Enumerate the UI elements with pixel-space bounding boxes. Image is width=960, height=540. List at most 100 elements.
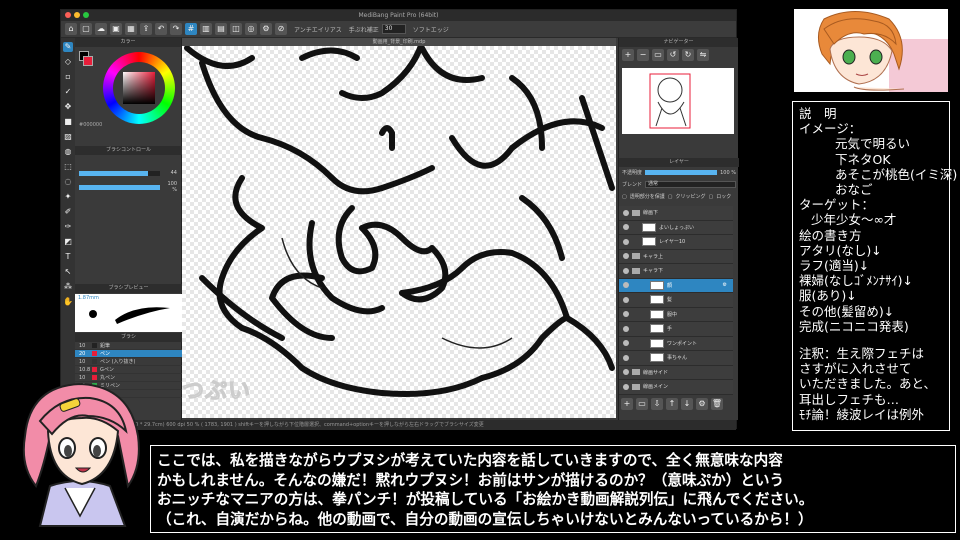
watermark-text: つぷい — [182, 379, 252, 405]
ruler-icon[interactable]: ▤ — [215, 23, 227, 35]
layer-row[interactable]: キャラ下 — [619, 264, 733, 279]
background-color-swatch[interactable] — [83, 56, 93, 66]
brush-opacity-slider[interactable]: 100 % — [79, 181, 177, 193]
divide-tool-icon[interactable]: ◩ — [63, 237, 73, 247]
bucket-tool-icon[interactable]: ◍ — [63, 147, 73, 157]
cloud-icon[interactable]: ☁ — [95, 23, 107, 35]
zoom-out-icon[interactable]: − — [637, 49, 649, 61]
eye-icon[interactable] — [623, 209, 629, 216]
add-folder-icon[interactable]: ▭ — [636, 398, 648, 410]
hand-tool-icon[interactable]: ✋ — [63, 297, 73, 307]
protect-checkbox[interactable]: ▢ — [622, 194, 627, 200]
antialias-label[interactable]: アンチエイリアス — [294, 25, 342, 34]
image-icon[interactable]: ▦ — [125, 23, 137, 35]
brush-tool-icon[interactable]: ✎ — [63, 42, 73, 52]
eraser-tool-icon[interactable]: ◇ — [63, 57, 73, 67]
new-file-icon[interactable]: ▢ — [80, 23, 92, 35]
select-eraser-icon[interactable]: ✑ — [63, 222, 73, 232]
concentric-icon[interactable]: ◎ — [245, 23, 257, 35]
lock-checkbox[interactable]: ▢ — [709, 194, 714, 200]
layer-row[interactable]: キャラ上 — [619, 249, 733, 264]
brush-size-slider[interactable]: 44 — [79, 170, 177, 176]
eye-icon[interactable] — [623, 267, 629, 274]
layer-row[interactable]: 線画下 — [619, 206, 733, 221]
eyedropper-tool-icon[interactable]: ⁂ — [63, 282, 73, 292]
snap-icon[interactable]: ▥ — [200, 23, 212, 35]
layer-opacity-slider[interactable] — [645, 170, 718, 175]
canvas-tab[interactable]: 動画用_背景_印刷.mdp — [182, 38, 616, 46]
move-tool-icon[interactable]: ✥ — [63, 102, 73, 112]
layer-row[interactable]: よいしょっぷい — [619, 220, 733, 235]
magic-wand-icon[interactable]: ✦ — [63, 192, 73, 202]
drawing-canvas[interactable]: つぷい — [182, 38, 616, 418]
rotate-left-icon[interactable]: ↺ — [667, 49, 679, 61]
reset-icon[interactable]: ⊘ — [275, 23, 287, 35]
brush-item[interactable]: 10.8 Gペン — [75, 366, 182, 374]
clipping-checkbox[interactable]: ▢ — [668, 194, 673, 200]
layer-down-icon[interactable]: ↓ — [681, 398, 693, 410]
brush-item[interactable]: 20 ペン — [75, 350, 182, 358]
eye-icon[interactable] — [623, 282, 629, 289]
layer-row[interactable]: 顔 ⚙ — [619, 278, 733, 293]
flip-icon[interactable]: ⇋ — [697, 49, 709, 61]
gradient-tool-icon[interactable]: ▨ — [63, 132, 73, 142]
add-layer-icon[interactable]: + — [621, 398, 633, 410]
operation-tool-icon[interactable]: ↖ — [63, 267, 73, 277]
undo-icon[interactable]: ↶ — [155, 23, 167, 35]
minimize-window-button[interactable] — [74, 12, 80, 18]
lasso-tool-icon[interactable]: ◌ — [63, 177, 73, 187]
layer-row[interactable]: 髪 — [619, 293, 733, 308]
explanation-line: 耳出しフェチも… — [799, 391, 900, 407]
select-pen-icon[interactable]: ✐ — [63, 207, 73, 217]
layer-row[interactable]: 線画サイド — [619, 365, 733, 380]
save-icon[interactable]: ▣ — [110, 23, 122, 35]
fill-tool-icon[interactable]: ■ — [63, 117, 73, 127]
select-tool-icon[interactable]: ⬚ — [63, 162, 73, 172]
eye-icon[interactable] — [623, 253, 629, 260]
perspective-icon[interactable]: ◫ — [230, 23, 242, 35]
layer-row[interactable]: 線画メイン — [619, 380, 733, 395]
layer-up-icon[interactable]: ↑ — [666, 398, 678, 410]
eye-icon[interactable] — [623, 325, 629, 332]
zoom-in-icon[interactable]: + — [622, 49, 634, 61]
saturation-square[interactable] — [123, 72, 155, 104]
rotate-right-icon[interactable]: ↻ — [682, 49, 694, 61]
layer-row[interactable]: 手 — [619, 322, 733, 337]
layer-thumbnail — [650, 309, 664, 319]
eye-icon[interactable] — [623, 311, 629, 318]
fit-icon[interactable]: ▭ — [652, 49, 664, 61]
stabilizer-field[interactable]: 30 — [381, 24, 406, 34]
close-window-button[interactable] — [65, 12, 71, 18]
soft-edge-label[interactable]: ソフトエッジ — [413, 25, 449, 34]
navigator-preview[interactable] — [622, 68, 734, 134]
blend-select[interactable]: 通常 — [645, 181, 736, 188]
color-panel-title: カラー — [75, 38, 181, 47]
layer-row[interactable]: 事ちゃん — [619, 351, 733, 366]
zoom-window-button[interactable] — [83, 12, 89, 18]
eye-icon[interactable] — [623, 296, 629, 303]
eye-icon[interactable] — [623, 238, 629, 245]
eye-icon[interactable] — [623, 354, 629, 361]
brush-item[interactable]: 10 鉛筆 — [75, 342, 182, 350]
text-tool-icon[interactable]: T — [63, 252, 73, 262]
home-icon[interactable]: ⌂ — [65, 23, 77, 35]
dot-tool-icon[interactable]: ▫ — [63, 72, 73, 82]
share-icon[interactable]: ⇪ — [140, 23, 152, 35]
settings-icon[interactable]: ⚙ — [260, 23, 272, 35]
eye-icon[interactable] — [623, 369, 629, 376]
eye-icon[interactable] — [623, 383, 629, 390]
grid-icon[interactable]: # — [185, 23, 197, 35]
layer-row[interactable]: 服中 — [619, 307, 733, 322]
redo-icon[interactable]: ↷ — [170, 23, 182, 35]
eye-icon[interactable] — [623, 340, 629, 347]
check-tool-icon[interactable]: ✓ — [63, 87, 73, 97]
layer-settings-icon[interactable]: ⚙ — [696, 398, 708, 410]
layer-gear-icon[interactable]: ⚙ — [723, 282, 727, 288]
brush-item[interactable]: 10 ペン (入り抜き) — [75, 358, 182, 366]
layer-row[interactable]: レイヤー10 — [619, 235, 733, 250]
color-wheel[interactable] — [103, 52, 175, 124]
merge-down-icon[interactable]: ⇩ — [651, 398, 663, 410]
layer-row[interactable]: ワンポイント — [619, 336, 733, 351]
eye-icon[interactable] — [623, 224, 629, 231]
delete-layer-icon[interactable]: 🗑 — [711, 398, 723, 410]
